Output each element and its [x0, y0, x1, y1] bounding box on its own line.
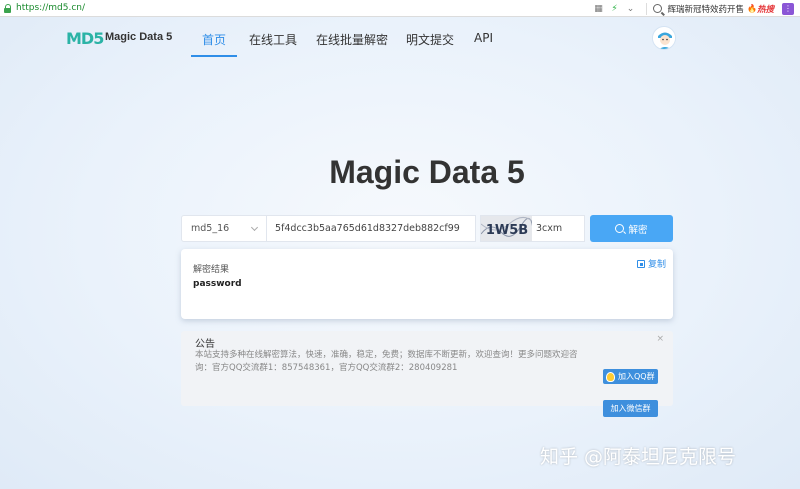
- toolbar-divider: [645, 2, 647, 15]
- nav-item-plaintext-submit[interactable]: 明文提交: [406, 31, 454, 48]
- fire-icon: 🔥: [747, 4, 757, 13]
- join-qq-label: 加入QQ群: [618, 372, 655, 381]
- bolt-icon[interactable]: ⚡: [608, 2, 622, 16]
- copy-icon: [636, 259, 645, 268]
- avatar-icon: [653, 27, 675, 49]
- result-card: 解密结果 password 复制: [181, 249, 673, 319]
- notice-title: 公告: [195, 339, 215, 350]
- nav-item-batch-decrypt[interactable]: 在线批量解密: [316, 31, 388, 48]
- algorithm-select[interactable]: md5_16: [181, 215, 267, 242]
- logo-mark[interactable]: MD5: [66, 29, 104, 48]
- notice-panel: 公告 × 本站支持多种在线解密算法，快速，准确，稳定，免费；数据库不断更新，欢迎…: [181, 331, 673, 417]
- chevron-down-icon[interactable]: ⌄: [624, 2, 638, 16]
- captcha-graphic: 1W5B: [480, 216, 534, 241]
- captcha-text: 1W5B: [486, 223, 528, 238]
- copy-button[interactable]: 复制: [636, 257, 666, 270]
- search-icon[interactable]: [652, 4, 662, 13]
- notice-body: 本站支持多种在线解密算法，快速，准确，稳定，免费；数据库不断更新，欢迎查询！更多…: [195, 350, 578, 373]
- address-url[interactable]: https://md5.cn/: [16, 3, 85, 13]
- captcha-input[interactable]: [532, 215, 585, 242]
- chevron-down-icon: [250, 223, 259, 232]
- page: MD5 Magic Data 5 首页 在线工具 在线批量解密 明文提交 API…: [0, 17, 800, 489]
- copy-button-label: 复制: [647, 260, 666, 270]
- nav-item-online-tools[interactable]: 在线工具: [249, 31, 297, 48]
- avatar[interactable]: [652, 26, 676, 50]
- top-nav: MD5 Magic Data 5 首页 在线工具 在线批量解密 明文提交 API: [0, 17, 800, 58]
- captcha-image[interactable]: 1W5B: [480, 215, 534, 242]
- lock-icon: [4, 3, 12, 13]
- join-wechat-button[interactable]: 加入微信群: [603, 400, 658, 417]
- grid-icon[interactable]: ▦: [592, 2, 606, 16]
- nav-item-home[interactable]: 首页: [202, 31, 226, 48]
- decrypt-button[interactable]: 解密: [590, 215, 673, 242]
- browser-toolbar-right: ▦ ⚡ ⌄ 辉瑞新冠特效药开售 🔥 热搜 ⋮: [592, 0, 800, 17]
- close-icon[interactable]: ×: [656, 334, 664, 344]
- search-icon: [615, 224, 625, 233]
- logo-text[interactable]: Magic Data 5: [105, 31, 172, 43]
- join-qq-button[interactable]: 加入QQ群: [603, 369, 658, 384]
- browser-address-bar: https://md5.cn/ ▦ ⚡ ⌄ 辉瑞新冠特效药开售 🔥 热搜 ⋮: [0, 0, 800, 17]
- nav-active-indicator: [191, 55, 237, 57]
- qq-icon: [606, 371, 615, 382]
- result-label: 解密结果: [193, 265, 230, 275]
- hash-input[interactable]: [267, 215, 476, 242]
- nav-item-api[interactable]: API: [474, 31, 493, 45]
- extension-icon[interactable]: ⋮: [782, 2, 794, 15]
- logo-mark-text: MD5: [66, 29, 104, 48]
- watermark: 知乎 @阿泰坦尼克限号: [540, 446, 737, 468]
- result-value: password: [193, 279, 242, 289]
- hero-title: Magic Data 5: [329, 154, 525, 190]
- browser-search-suggestion[interactable]: 辉瑞新冠特效药开售: [668, 3, 745, 15]
- algorithm-select-value: md5_16: [191, 223, 230, 234]
- hot-badge: 热搜: [756, 4, 774, 15]
- decrypt-button-label: 解密: [628, 224, 648, 236]
